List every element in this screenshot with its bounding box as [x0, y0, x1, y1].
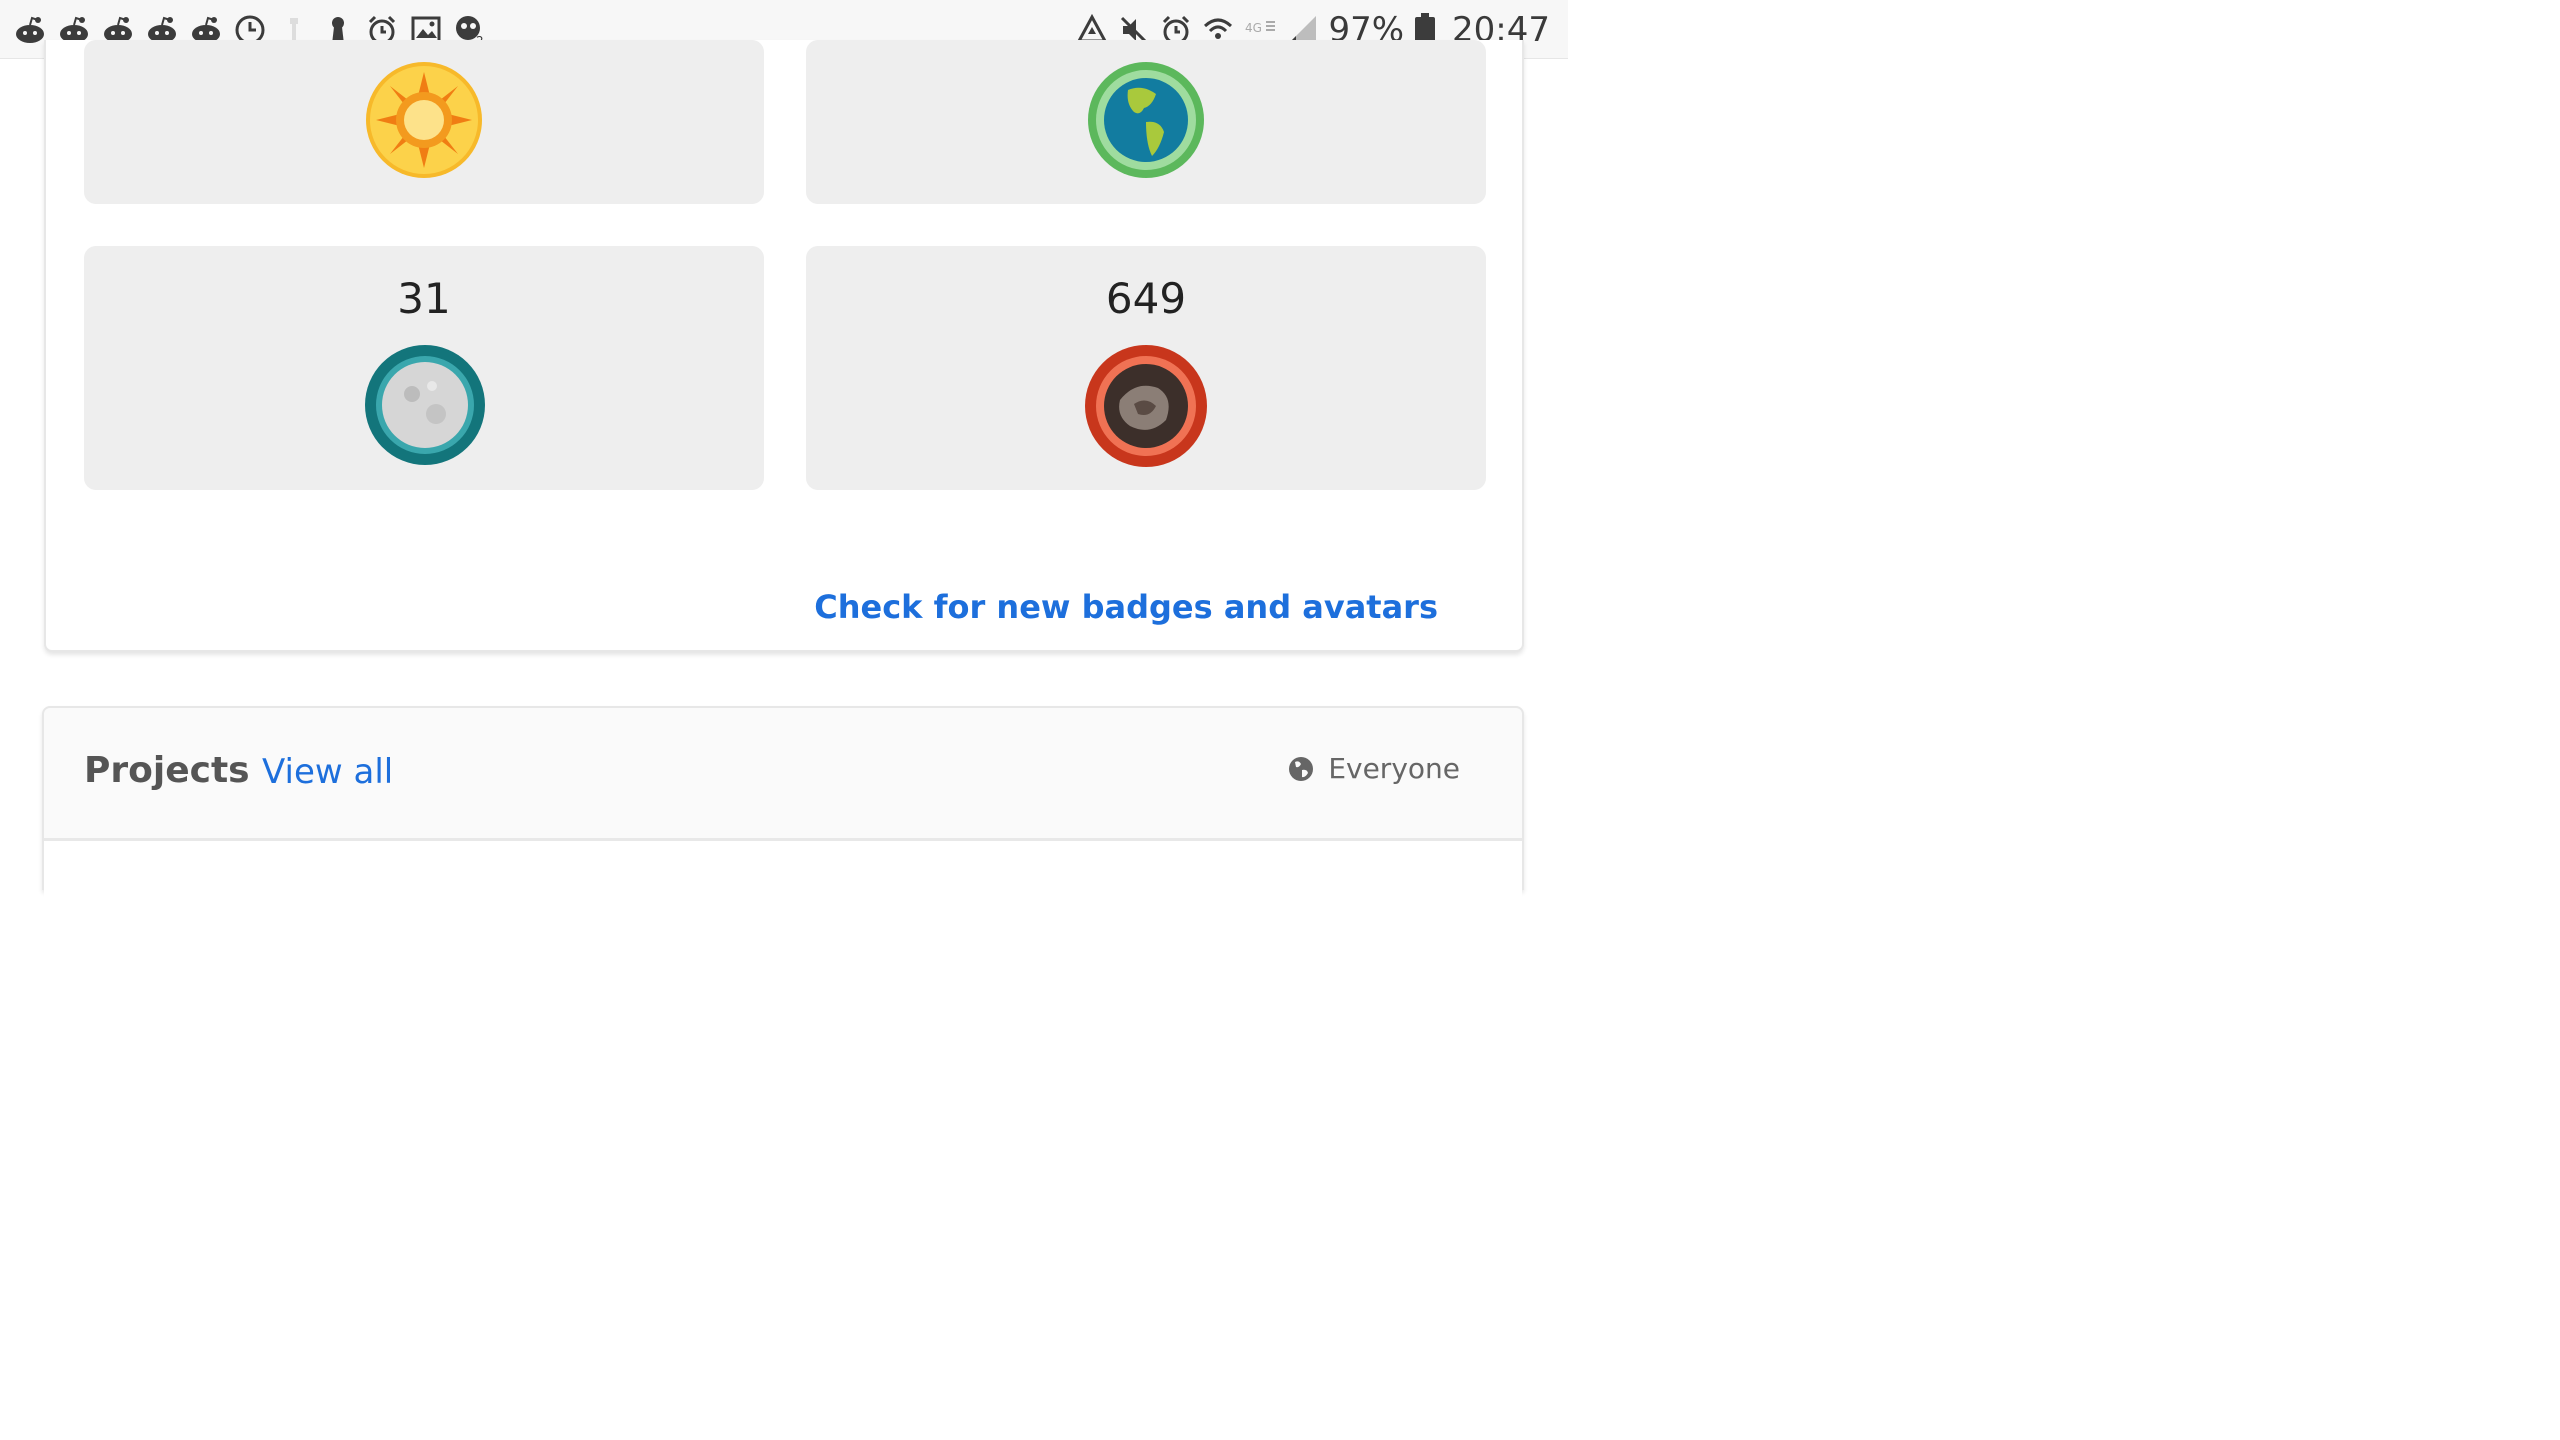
badge-count: 649 [1105, 274, 1187, 323]
moon-badge-icon [365, 345, 485, 465]
earth-badge-icon [1088, 62, 1204, 178]
reddit-icon [16, 16, 44, 43]
projects-header: Projects View all Everyone [44, 708, 1522, 841]
badges-card: 31 649 Check for new badges and avatars [44, 40, 1524, 652]
visibility-selector[interactable]: Everyone [1288, 752, 1460, 785]
badge-tile-moon[interactable]: 31 [84, 246, 764, 490]
sun-badge-icon [366, 62, 482, 178]
check-badges-link[interactable]: Check for new badges and avatars [814, 588, 1438, 626]
badge-count: 31 [397, 274, 451, 323]
projects-title: Projects [84, 750, 250, 791]
globe-icon [1289, 756, 1314, 781]
view-all-link[interactable]: View all [262, 752, 393, 792]
mars-badge-icon [1085, 345, 1207, 467]
svg-text:4G: 4G [1245, 21, 1262, 35]
projects-card: Projects View all Everyone [42, 706, 1524, 901]
visibility-label: Everyone [1328, 752, 1460, 785]
badge-tile-earth[interactable] [806, 40, 1486, 204]
badge-tile-mars[interactable]: 649 [806, 246, 1486, 490]
badge-tile-sun[interactable] [84, 40, 764, 204]
projects-body [44, 841, 1522, 901]
